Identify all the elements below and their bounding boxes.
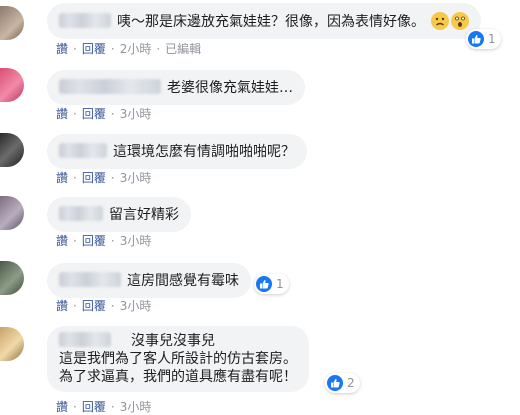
reaction-count-text: 1 [488,32,496,46]
like-link[interactable]: 讚 [56,107,68,121]
like-icon [256,276,272,292]
avatar[interactable] [0,327,24,361]
reaction-count[interactable]: 1 [254,274,289,294]
avatar[interactable] [0,68,24,102]
like-icon [327,375,343,391]
timestamp[interactable]: 3小時 [120,299,152,313]
commenter-name[interactable] [59,206,103,221]
avatar[interactable] [0,6,24,40]
reply-link[interactable]: 回覆 [82,234,106,248]
comment-bubble: 沒事兒沒事兒 這是我們為了客人所設計的仿古套房。 為了求逼真，我們的道具應有盡有… [47,326,309,392]
commenter-name[interactable] [59,13,111,28]
timestamp[interactable]: 3小時 [120,107,152,121]
comment-bubble: 老婆很像充氣娃娃… [47,70,305,105]
reply-link[interactable]: 回覆 [82,107,106,121]
sad-face-emoji-icon [431,12,450,30]
edited-label[interactable]: 已編輯 [165,42,201,56]
avatar[interactable] [0,133,24,167]
comment-bubble: 咦～那是床邊放充氣娃娃？很像，因為表情好像。 [47,3,482,39]
comment-actions: 讚 · 回覆 · 3小時 [56,171,152,185]
commenter-name[interactable] [59,79,161,94]
timestamp[interactable]: 3小時 [120,400,152,414]
like-link[interactable]: 讚 [56,234,68,248]
avatar[interactable] [0,261,24,295]
comment-text: 這環境怎麼有情調啪啪啪呢？ [113,144,295,160]
reply-link[interactable]: 回覆 [82,171,106,185]
reaction-count-text: 1 [276,277,284,291]
comment-text-line-3: 為了求逼真，我們的道具應有盡有呢！ [59,369,297,385]
like-link[interactable]: 讚 [56,299,68,313]
timestamp[interactable]: 3小時 [120,234,152,248]
wow-face-emoji-icon [451,12,470,30]
reaction-count[interactable]: 2 [325,373,360,393]
reply-link[interactable]: 回覆 [82,400,106,414]
reply-link[interactable]: 回覆 [82,42,106,56]
comment-text: 這房間感覺有霉味 [127,273,239,289]
comment-actions: 讚 · 回覆 · 3小時 [56,400,152,414]
timestamp[interactable]: 3小時 [120,171,152,185]
comment-bubble: 這環境怎麼有情調啪啪啪呢？ [47,134,307,169]
comment-actions: 讚 · 回覆 · 3小時 [56,299,152,313]
comment-actions: 讚 · 回覆 · 2小時 · 已編輯 [56,42,202,56]
timestamp[interactable]: 2小時 [120,42,152,56]
like-icon [468,31,484,47]
comment-text: 咦～那是床邊放充氣娃娃？很像，因為表情好像。 [117,14,425,30]
comment-actions: 讚 · 回覆 · 3小時 [56,234,152,248]
comment-text-line-1: 沒事兒沒事兒 [131,333,215,349]
like-link[interactable]: 讚 [56,42,68,56]
comment-bubble: 留言好精彩 [47,197,191,232]
comment-text: 留言好精彩 [109,207,179,223]
commenter-name[interactable] [59,272,121,287]
comment-bubble: 這房間感覺有霉味 [47,263,251,298]
avatar[interactable] [0,196,24,230]
like-link[interactable]: 讚 [56,400,68,414]
reaction-count[interactable]: 1 [466,29,501,49]
commenter-name[interactable] [59,143,107,158]
reply-link[interactable]: 回覆 [82,299,106,313]
comment-text-line-2: 這是我們為了客人所設計的仿古套房。 [59,351,297,367]
commenter-name[interactable] [59,332,111,347]
comment-actions: 讚 · 回覆 · 3小時 [56,107,152,121]
reaction-count-text: 2 [347,376,355,390]
like-link[interactable]: 讚 [56,171,68,185]
comment-text: 老婆很像充氣娃娃… [167,80,293,96]
